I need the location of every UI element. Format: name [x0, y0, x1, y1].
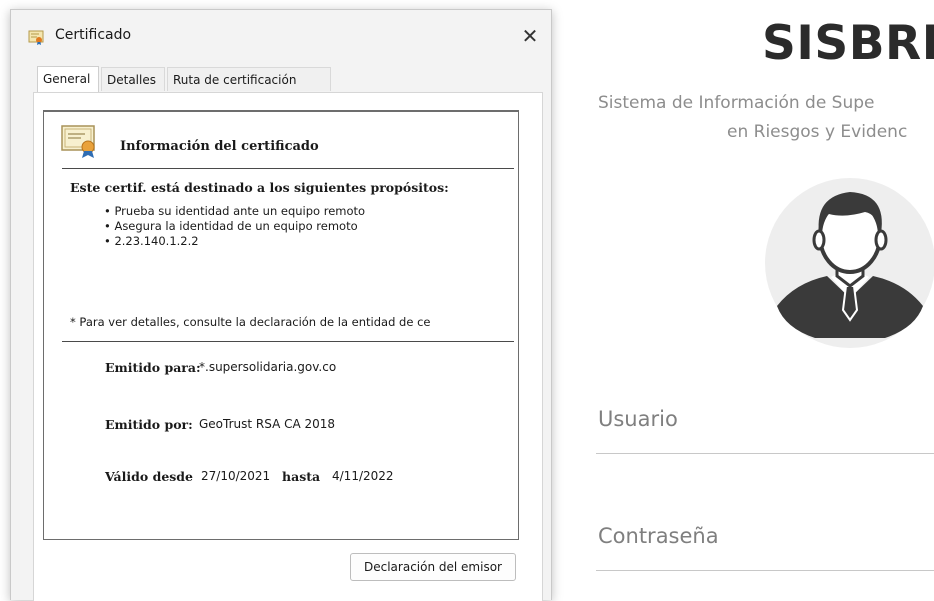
purposes-list: Prueba su identidad ante un equipo remot… — [104, 204, 365, 249]
issued-by-value: GeoTrust RSA CA 2018 — [199, 417, 336, 431]
certificate-info-box: Información del certificado Este certif.… — [43, 110, 519, 540]
tab-detalles[interactable]: Detalles — [101, 67, 165, 91]
dialog-titlebar[interactable]: Certificado ✕ — [11, 10, 551, 50]
password-input[interactable] — [596, 570, 934, 571]
brand-title: SISBRE — [762, 16, 934, 71]
password-label: Contraseña — [598, 524, 719, 548]
purpose-item: Asegura la identidad de un equipo remoto — [104, 219, 365, 234]
details-footnote: * Para ver detalles, consulte la declara… — [70, 315, 431, 329]
user-avatar-icon — [765, 178, 934, 348]
certificate-dialog: Certificado ✕ General Detalles Ruta de c… — [10, 9, 552, 601]
divider — [62, 168, 514, 169]
issued-to-value: *.supersolidaria.gov.co — [199, 360, 337, 374]
subtitle-line-2: en Riesgos y Evidenc — [727, 122, 908, 142]
valid-to-value: 4/11/2022 — [332, 469, 394, 483]
issued-by-label: Emitido por: — [105, 417, 193, 432]
tab-ruta-certificacion[interactable]: Ruta de certificación — [167, 67, 331, 91]
purposes-heading: Este certif. está destinado a los siguie… — [70, 180, 449, 195]
username-input[interactable] — [596, 453, 934, 454]
certificate-info-heading: Información del certificado — [120, 139, 319, 154]
certificate-icon — [28, 30, 44, 45]
purpose-item: 2.23.140.1.2.2 — [104, 234, 365, 249]
certificate-badge-icon — [61, 125, 95, 158]
valid-from-label: Válido desde — [105, 469, 194, 484]
close-button[interactable]: ✕ — [515, 22, 545, 50]
dialog-title: Certificado — [55, 27, 132, 43]
issuer-statement-button[interactable]: Declaración del emisor — [350, 553, 516, 581]
divider — [62, 341, 514, 342]
subtitle-line-1: Sistema de Información de Supe — [598, 93, 875, 113]
valid-to-label: hasta — [282, 469, 321, 484]
tab-general[interactable]: General — [37, 66, 99, 92]
issued-to-label: Emitido para: — [105, 360, 201, 375]
valid-from-value: 27/10/2021 — [201, 469, 271, 483]
purpose-item: Prueba su identidad ante un equipo remot… — [104, 204, 365, 219]
username-label: Usuario — [598, 407, 678, 431]
